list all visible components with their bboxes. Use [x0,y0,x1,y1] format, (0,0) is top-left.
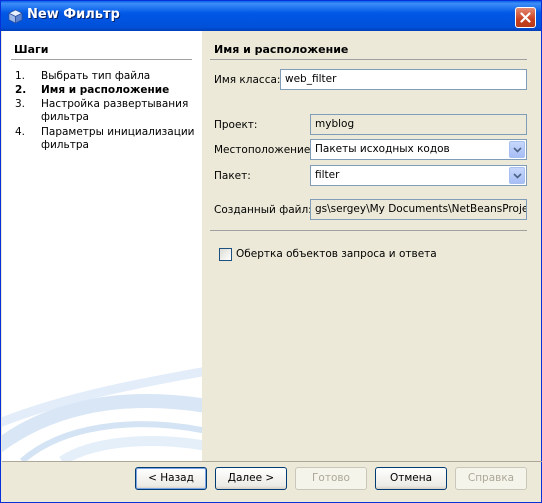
next-button[interactable]: Далее > [215,467,287,490]
steps-title: Шаги [14,43,49,56]
package-value: filter [315,169,340,181]
package-select[interactable]: filter [310,165,527,186]
class-name-label: Имя класса: [214,74,281,86]
chevron-down-icon[interactable] [509,167,525,184]
close-icon [520,8,531,27]
class-name-input[interactable]: web_filter [280,69,527,90]
wrapper-checkbox[interactable] [219,248,232,261]
window-title: New Фильтр [27,7,120,22]
location-value: Пакеты исходных кодов [315,143,450,155]
help-button[interactable]: Справка [455,467,527,490]
chevron-down-icon[interactable] [509,141,525,158]
back-button[interactable]: < Назад [135,467,207,490]
divider [210,59,527,60]
title-bar[interactable]: New Фильтр [1,1,541,31]
close-button[interactable] [515,7,536,28]
project-label: Проект: [214,119,258,131]
location-label: Местоположение: [214,144,314,156]
package-label: Пакет: [214,170,251,182]
dialog-window: New Фильтр Шаги 1. Выбрать тип файла 2. … [0,0,542,503]
finish-button[interactable]: Готово [295,467,367,490]
steps-panel: Шаги 1. Выбрать тип файла 2. Имя и распо… [2,31,202,461]
divider [210,230,527,231]
project-field: myblog [310,114,527,135]
cube-icon [8,9,23,28]
wrapper-checkbox-label[interactable]: Обертка объектов запроса и ответа [236,248,437,260]
divider [11,59,192,60]
panel-title: Имя и расположение [214,43,349,56]
created-file-label: Созданный файл: [214,204,312,216]
created-file-field: gs\sergey\My Documents\NetBeansProjects [310,199,527,220]
cancel-button[interactable]: Отмена [375,467,447,490]
divider [2,461,542,462]
location-select[interactable]: Пакеты исходных кодов [310,139,527,160]
decorative-swoosh [2,367,202,461]
